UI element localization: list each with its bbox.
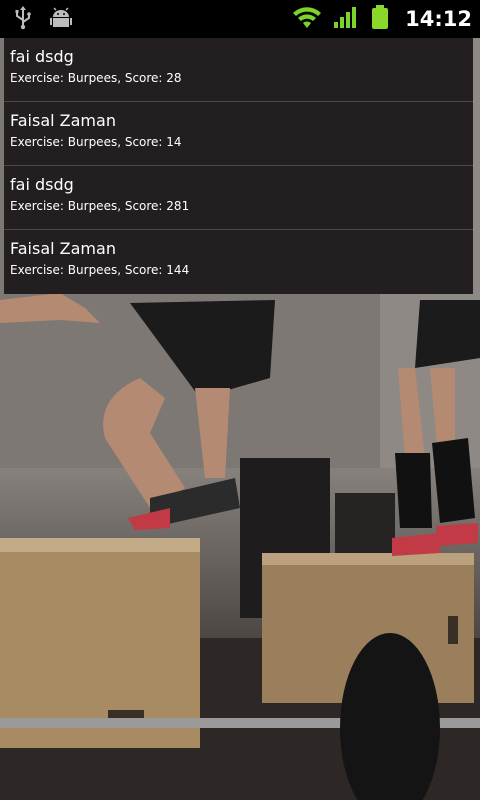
player-name: Faisal Zaman <box>10 239 116 258</box>
score-detail: Exercise: Burpees, Score: 28 <box>10 71 182 85</box>
score-detail: Exercise: Burpees, Score: 281 <box>10 199 190 213</box>
usb-icon <box>14 6 32 34</box>
score-detail: Exercise: Burpees, Score: 14 <box>10 135 182 149</box>
battery-icon <box>369 4 391 34</box>
app-screen: 14:12 fai dsdg Exercise: Burpees, Score:… <box>0 0 480 800</box>
status-bar: 14:12 <box>0 0 480 38</box>
signal-icon <box>333 5 359 33</box>
score-detail: Exercise: Burpees, Score: 144 <box>10 263 190 277</box>
player-name: fai dsdg <box>10 47 74 66</box>
status-clock: 14:12 <box>405 7 472 31</box>
score-list: fai dsdg Exercise: Burpees, Score: 28 Fa… <box>4 38 473 294</box>
list-item[interactable]: Faisal Zaman Exercise: Burpees, Score: 1… <box>4 230 473 294</box>
android-debug-icon <box>50 7 72 33</box>
player-name: Faisal Zaman <box>10 111 116 130</box>
list-item[interactable]: Faisal Zaman Exercise: Burpees, Score: 1… <box>4 102 473 166</box>
wifi-icon <box>291 4 323 34</box>
list-item[interactable]: fai dsdg Exercise: Burpees, Score: 28 <box>4 38 473 102</box>
list-item[interactable]: fai dsdg Exercise: Burpees, Score: 281 <box>4 166 473 230</box>
player-name: fai dsdg <box>10 175 74 194</box>
